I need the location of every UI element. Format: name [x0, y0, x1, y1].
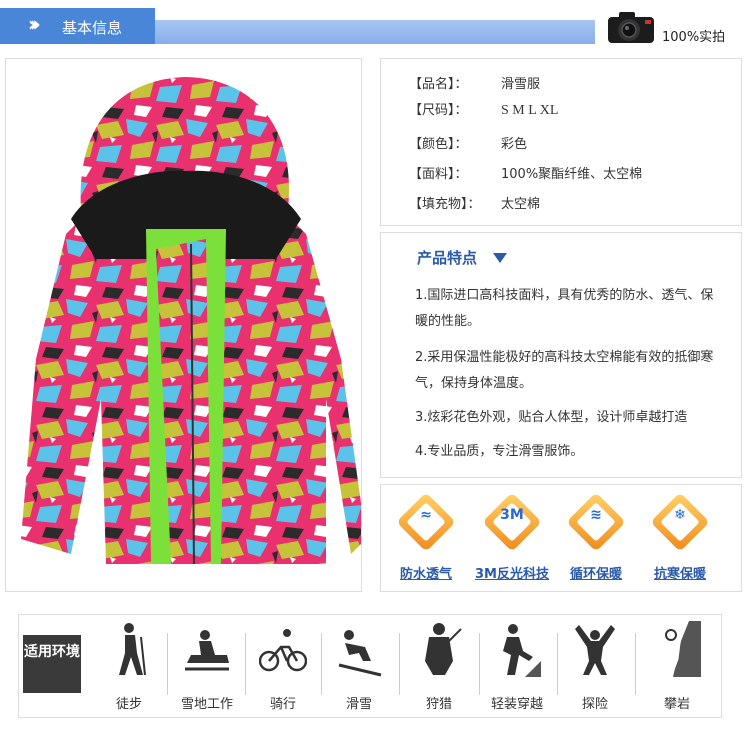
double-chevron-icon: ›››	[28, 12, 41, 36]
info-row-fabric: 【面料】： 100%聚酯纤维、太空棉	[409, 167, 643, 182]
info-row-size: 【尺码】： S M L XL	[409, 103, 559, 118]
suitable-environments-panel: 适用环境 徒步 雪地工作 骑行 滑雪 狩猎 轻装穿越 探险 攀岩	[18, 614, 722, 718]
header-strip	[155, 20, 595, 44]
features-title: 产品特点	[417, 249, 478, 267]
activity-trekking: 轻装穿越	[479, 621, 555, 713]
activity-hiking: 徒步	[91, 621, 167, 713]
feature-icon-warmth: ≋ 循环保暖	[557, 492, 635, 582]
hunting-icon	[425, 623, 462, 675]
feature-item: 2.采用保温性能极好的高科技太空棉能有效的抵御寒气，保持身体温度。	[415, 350, 714, 391]
activity-hunting: 狩猎	[401, 621, 477, 713]
climbing-icon	[665, 621, 701, 677]
real-photo-label: 100%实拍	[662, 30, 726, 45]
activity-cycling: 骑行	[245, 621, 321, 713]
cycling-icon	[259, 629, 307, 672]
info-row-color: 【颜色】： 彩色	[409, 137, 528, 152]
environment-badge: 适用环境	[23, 635, 81, 693]
activity-skiing: 滑雪	[321, 621, 397, 713]
snowmobile-icon	[185, 630, 229, 671]
triangle-down-icon	[493, 253, 507, 263]
ski-jacket-image	[21, 77, 366, 565]
feature-icon-waterproof: ≈ 防水透气	[387, 492, 465, 582]
product-info-panel: 【品名】： 滑雪服 【尺码】： S M L XL 【颜色】： 彩色 【面料】： 100%…	[380, 58, 742, 226]
feature-icons-panel: ≈ 防水透气 3M 3M反光科技 ≋ 循环保暖 ❄ 抗寒保暖	[380, 484, 742, 592]
skiing-icon	[338, 630, 382, 677]
info-row-filling: 【填充物】： 太空棉	[409, 197, 541, 212]
activity-climbing: 攀岩	[639, 621, 715, 713]
feature-item: 4.专业品质，专注滑雪服饰。	[415, 444, 584, 459]
feature-icon-cold: ❄ 抗寒保暖	[641, 492, 719, 582]
section-title: 基本信息	[62, 19, 123, 37]
activity-exploring: 探险	[557, 621, 633, 713]
feature-item: 3.炫彩花色外观，贴合人体型，设计师卓越打造	[415, 410, 688, 425]
exploring-icon	[575, 625, 615, 675]
trekking-icon	[503, 624, 541, 677]
feature-item: 1.国际进口高科技面料，具有优秀的防水、透气、保暖的性能。	[415, 288, 714, 329]
product-image	[5, 58, 366, 592]
info-row-name: 【品名】： 滑雪服	[409, 77, 541, 92]
feature-icon-3m: 3M 3M反光科技	[473, 492, 551, 582]
features-panel: 产品特点 1.国际进口高科技面料，具有优秀的防水、透气、保暖的性能。 2.采用保…	[380, 232, 742, 478]
activity-snow-work: 雪地工作	[169, 621, 245, 713]
hiking-icon	[119, 623, 146, 676]
camera-icon	[608, 12, 654, 43]
